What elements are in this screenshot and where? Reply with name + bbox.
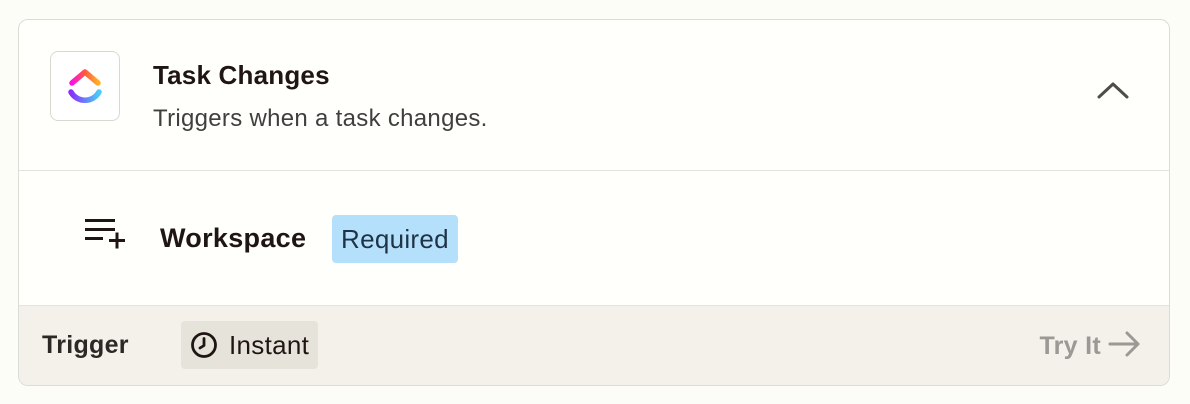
chevron-up-icon xyxy=(1097,80,1129,105)
instant-badge: Instant xyxy=(181,321,319,369)
trigger-step-card: Task Changes Triggers when a task change… xyxy=(18,19,1170,386)
list-add-icon xyxy=(85,217,127,253)
clickup-logo xyxy=(50,51,120,121)
step-description: Triggers when a task changes. xyxy=(153,105,488,132)
try-it-button[interactable]: Try It xyxy=(1039,326,1143,366)
step-title: Task Changes xyxy=(153,60,330,90)
step-footer: Trigger Instant Try It xyxy=(19,305,1169,385)
clock-icon xyxy=(190,331,218,359)
field-label: Workspace xyxy=(160,223,307,253)
collapse-button[interactable] xyxy=(1093,72,1133,112)
step-header[interactable]: Task Changes Triggers when a task change… xyxy=(19,20,1169,171)
required-badge: Required xyxy=(332,215,458,263)
arrow-right-icon xyxy=(1101,329,1143,364)
instant-label: Instant xyxy=(229,329,310,360)
step-type-label: Trigger xyxy=(42,331,129,359)
try-it-label: Try It xyxy=(1039,331,1101,360)
workspace-field-row[interactable]: Workspace Required xyxy=(19,171,1169,307)
